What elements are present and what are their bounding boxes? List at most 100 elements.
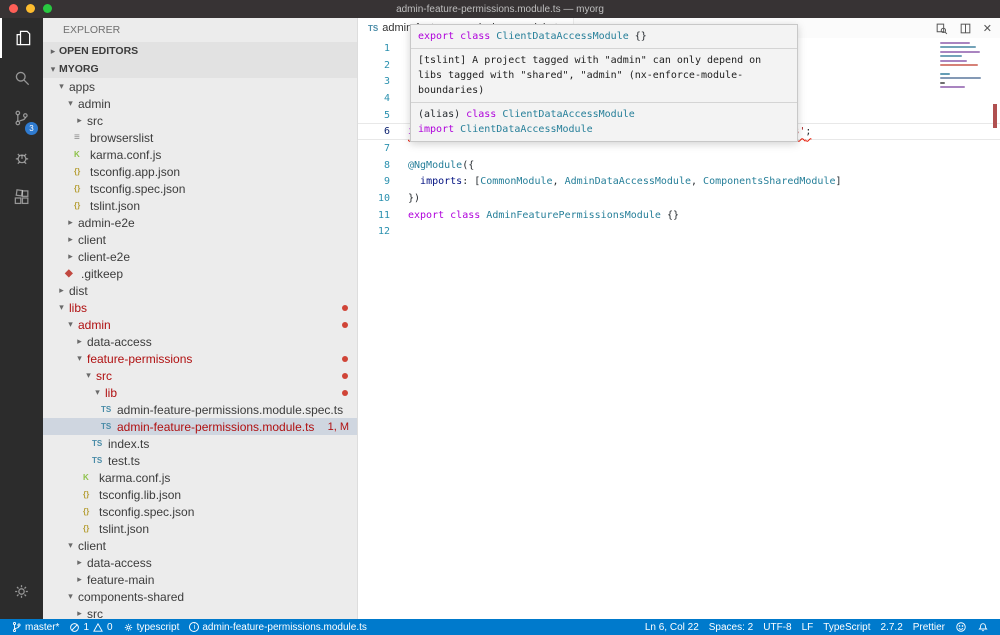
tree-item-label: feature-main <box>87 573 154 587</box>
formatter-item[interactable]: Prettier <box>908 619 950 635</box>
code-line-10[interactable]: 10}) <box>358 190 1000 207</box>
chevron-down-icon: ▾ <box>65 98 76 109</box>
tree-folder-client-e2e[interactable]: ▸client-e2e <box>43 248 357 265</box>
line-number: 3 <box>358 76 390 87</box>
indentation-item[interactable]: Spaces: 2 <box>704 619 758 635</box>
json-file-icon: {} <box>74 184 88 193</box>
feedback-smiley-icon[interactable] <box>950 619 972 635</box>
close-window-button[interactable] <box>9 4 18 13</box>
warning-icon <box>92 622 104 633</box>
explorer-icon[interactable] <box>0 18 43 58</box>
encoding-item[interactable]: UTF-8 <box>758 619 796 635</box>
code-token: AdminFeaturePermissionsModule <box>486 210 661 221</box>
tree-folder-data-access[interactable]: ▸data-access <box>43 333 357 350</box>
code-line-12[interactable]: 12 <box>358 224 1000 241</box>
tree-file-tsconfig.lib.json[interactable]: {}tsconfig.lib.json <box>43 486 357 503</box>
tree-file-admin-feature-permissions.module.spec.ts[interactable]: TSadmin-feature-permissions.module.spec.… <box>43 401 357 418</box>
tree-item-label: karma.conf.js <box>90 148 161 162</box>
file-info-item[interactable]: i admin-feature-permissions.module.ts <box>184 619 372 635</box>
eol-item[interactable]: LF <box>797 619 819 635</box>
search-icon[interactable] <box>0 58 43 98</box>
code-line-8[interactable]: 8@NgModule({ <box>358 157 1000 174</box>
tree-folder-libs[interactable]: ▾libs <box>43 299 357 316</box>
minimap-line <box>940 51 980 53</box>
line-number: 9 <box>358 176 390 187</box>
code-line-7[interactable]: 7 <box>358 140 1000 157</box>
chevron-right-icon: ▸ <box>47 46 59 57</box>
tree-folder-client[interactable]: ▸client <box>43 231 357 248</box>
zoom-window-button[interactable] <box>43 4 52 13</box>
source-control-icon[interactable]: 3 <box>0 98 43 138</box>
tree-item-label: client <box>78 233 106 247</box>
tree-folder-feature-permissions[interactable]: ▾feature-permissions <box>43 350 357 367</box>
code-token: : [ <box>462 176 480 187</box>
tree-folder-dist[interactable]: ▸dist <box>43 282 357 299</box>
tree-item-label: admin-feature-permissions.module.ts <box>117 420 314 434</box>
tree-file-test.ts[interactable]: TStest.ts <box>43 452 357 469</box>
modified-dot-icon <box>342 373 348 379</box>
line-number: 4 <box>358 93 390 104</box>
tree-file-tslint.json[interactable]: {}tslint.json <box>43 520 357 537</box>
tree-file-admin-feature-permissions.module.ts[interactable]: TSadmin-feature-permissions.module.ts1, … <box>43 418 357 435</box>
titlebar: admin-feature-permissions.module.ts — my… <box>0 0 1000 18</box>
code-token: AdminDataAccessModule <box>565 176 691 187</box>
extensions-icon[interactable] <box>0 178 43 218</box>
tree-folder-admin[interactable]: ▾admin <box>43 95 357 112</box>
debug-icon[interactable] <box>0 138 43 178</box>
git-branch-item[interactable]: master* <box>6 619 64 635</box>
tree-file-karma.conf.js[interactable]: Kkarma.conf.js <box>43 469 357 486</box>
tree-folder-src[interactable]: ▸src <box>43 112 357 129</box>
json-file-icon: {} <box>83 524 97 533</box>
tree-file-.gitkeep[interactable]: ◆.gitkeep <box>43 265 357 282</box>
workspace-root-header[interactable]: ▾ MYORG <box>43 60 357 78</box>
typescript-status-label: typescript <box>137 622 180 633</box>
tree-file-index.ts[interactable]: TSindex.ts <box>43 435 357 452</box>
tree-folder-data-access[interactable]: ▸data-access <box>43 554 357 571</box>
tree-file-karma.conf.js[interactable]: Kkarma.conf.js <box>43 146 357 163</box>
editor-actions: ✕ <box>935 18 992 38</box>
branch-name: master* <box>25 622 59 633</box>
code-token: ComponentsSharedModule <box>703 176 835 187</box>
cursor-position-item[interactable]: Ln 6, Col 22 <box>640 619 704 635</box>
close-editor-icon[interactable]: ✕ <box>983 22 992 35</box>
tree-file-tslint.json[interactable]: {}tslint.json <box>43 197 357 214</box>
tree-file-tsconfig.spec.json[interactable]: {}tsconfig.spec.json <box>43 503 357 520</box>
code-line-9[interactable]: 9 imports: [CommonModule, AdminDataAcces… <box>358 174 1000 191</box>
chevron-right-icon: ▸ <box>74 115 85 126</box>
tree-item-label: apps <box>69 80 95 94</box>
minimap-line <box>940 86 965 88</box>
notifications-bell-icon[interactable] <box>972 619 994 635</box>
tree-folder-components-shared[interactable]: ▾components-shared <box>43 588 357 605</box>
hover-tooltip: export class ClientDataAccessModule {} [… <box>410 24 798 142</box>
chevron-down-icon: ▾ <box>65 591 76 602</box>
tree-file-tsconfig.spec.json[interactable]: {}tsconfig.spec.json <box>43 180 357 197</box>
code-token: class <box>450 210 480 221</box>
browserslist-file-icon: ≡ <box>74 132 88 143</box>
problems-item[interactable]: 1 0 <box>64 619 117 635</box>
open-preview-icon[interactable] <box>935 22 948 35</box>
tree-folder-src[interactable]: ▾src <box>43 367 357 384</box>
tree-item-label: admin-e2e <box>78 216 135 230</box>
typescript-status-item[interactable]: typescript <box>118 619 185 635</box>
warning-count: 0 <box>107 622 113 633</box>
minimap[interactable] <box>940 42 984 90</box>
tree-file-tsconfig.app.json[interactable]: {}tsconfig.app.json <box>43 163 357 180</box>
code-token: class <box>460 31 490 42</box>
tree-folder-client[interactable]: ▾client <box>43 537 357 554</box>
tree-folder-lib[interactable]: ▾lib <box>43 384 357 401</box>
ts-file-icon: TS <box>101 405 115 414</box>
ts-version-item[interactable]: 2.7.2 <box>876 619 908 635</box>
settings-gear-icon[interactable] <box>0 571 43 611</box>
open-editors-header[interactable]: ▸ OPEN EDITORS <box>43 42 357 60</box>
tree-folder-admin[interactable]: ▾admin <box>43 316 357 333</box>
tree-folder-admin-e2e[interactable]: ▸admin-e2e <box>43 214 357 231</box>
tree-folder-src[interactable]: ▸src <box>43 605 357 619</box>
tree-folder-apps[interactable]: ▾apps <box>43 78 357 95</box>
tree-folder-feature-main[interactable]: ▸feature-main <box>43 571 357 588</box>
split-editor-icon[interactable] <box>959 22 972 35</box>
language-mode-item[interactable]: TypeScript <box>818 619 875 635</box>
minimize-window-button[interactable] <box>26 4 35 13</box>
line-content: export class AdminFeaturePermissionsModu… <box>408 210 679 221</box>
tree-file-browserslist[interactable]: ≡browserslist <box>43 129 357 146</box>
code-line-11[interactable]: 11export class AdminFeaturePermissionsMo… <box>358 207 1000 224</box>
